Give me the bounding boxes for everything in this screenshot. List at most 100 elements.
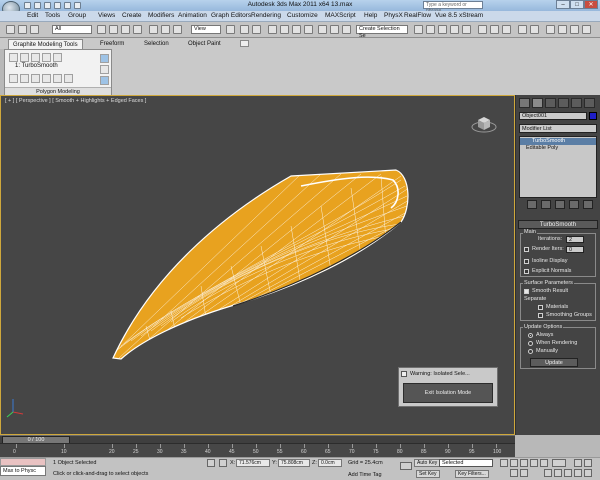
update-button[interactable]: Update: [530, 358, 578, 367]
window-crossing-icon[interactable]: [133, 25, 142, 34]
set-key-icon[interactable]: [400, 462, 412, 470]
angle-snap-icon[interactable]: [280, 25, 289, 34]
curve-editor-icon[interactable]: [438, 25, 447, 34]
rotate-icon[interactable]: [161, 25, 170, 34]
undo-icon[interactable]: [54, 2, 61, 9]
menu-views[interactable]: Views: [98, 12, 115, 19]
hierarchy-tab-icon[interactable]: [545, 98, 556, 108]
key-filters-button[interactable]: Key Filters...: [455, 470, 489, 478]
menu-edit[interactable]: Edit: [27, 12, 38, 19]
rendered-frame-icon[interactable]: [490, 25, 499, 34]
materials-checkbox[interactable]: [538, 305, 543, 310]
bind-space-warp-icon[interactable]: [30, 25, 39, 34]
current-frame-field[interactable]: [552, 459, 566, 467]
render-iters-checkbox[interactable]: [524, 247, 529, 252]
polygon-icon[interactable]: [42, 53, 51, 62]
key-selection-dropdown[interactable]: Selected: [439, 459, 493, 467]
previous-frame-icon[interactable]: [510, 459, 518, 467]
expand-toolbar-icon[interactable]: [582, 25, 591, 34]
stack-item-turbosmooth[interactable]: TurboSmooth: [520, 138, 596, 145]
maxscript-listener[interactable]: Max to Physc: [0, 466, 46, 476]
goto-start-icon[interactable]: [500, 459, 508, 467]
render-setup-icon[interactable]: [478, 25, 487, 34]
menu-help[interactable]: Help: [364, 12, 377, 19]
goto-end-icon[interactable]: [540, 459, 548, 467]
open-file-icon[interactable]: [34, 2, 41, 9]
render-production-icon[interactable]: [502, 25, 511, 34]
maximize-viewport-icon[interactable]: [584, 459, 592, 467]
tab-selection[interactable]: Selection: [140, 39, 173, 49]
track-bar[interactable]: 0 10 20 25 30 35 40 45 50 55 60 65 70 75 80 85 90 95 100: [0, 443, 515, 457]
toggle-edit-icon[interactable]: [100, 54, 109, 63]
menu-realflow[interactable]: RealFlow: [404, 12, 431, 19]
collapse-icon[interactable]: [100, 76, 109, 85]
close-button[interactable]: ✕: [584, 0, 598, 9]
y-coord-field[interactable]: 75.808cm: [278, 459, 310, 467]
project-folder-icon[interactable]: [74, 2, 81, 9]
auto-key-button[interactable]: Auto Key: [414, 459, 441, 467]
create-tab-icon[interactable]: [519, 98, 530, 108]
iterations-spinner[interactable]: 2: [566, 236, 584, 243]
edit-named-selection-icon[interactable]: [318, 25, 327, 34]
menu-create[interactable]: Create: [122, 12, 142, 19]
maxscript-output[interactable]: [0, 458, 46, 466]
vertex-icon[interactable]: [9, 53, 18, 62]
utilities-tab-icon[interactable]: [584, 98, 595, 108]
next-frame-icon[interactable]: [530, 459, 538, 467]
tab-graphite-modeling-tools[interactable]: Graphite Modeling Tools: [8, 39, 83, 49]
menu-tools[interactable]: Tools: [45, 12, 60, 19]
move-icon[interactable]: [149, 25, 158, 34]
ribbon-minimize-icon[interactable]: [240, 40, 249, 47]
explicit-normals-checkbox[interactable]: [524, 269, 529, 274]
unlink-icon[interactable]: [18, 25, 27, 34]
loop-icon[interactable]: [31, 74, 40, 83]
spinner-snap-icon[interactable]: [304, 25, 313, 34]
zoom-icon[interactable]: [544, 469, 552, 477]
percent-snap-icon[interactable]: [292, 25, 301, 34]
smooth-result-checkbox[interactable]: [524, 289, 529, 294]
set-key-button[interactable]: Set Key: [416, 470, 440, 478]
field-of-view-icon[interactable]: [574, 469, 582, 477]
smoothing-groups-checkbox[interactable]: [538, 313, 543, 318]
add-time-tag[interactable]: Add Time Tag: [348, 472, 382, 478]
turbosmooth-rollout-header[interactable]: TurboSmooth: [518, 220, 598, 229]
edge-icon[interactable]: [20, 53, 29, 62]
menu-group[interactable]: Group: [68, 12, 86, 19]
time-slider[interactable]: 0 / 100: [0, 435, 515, 444]
exit-isolation-mode-button[interactable]: Exit Isolation Mode: [403, 383, 493, 403]
selection-filter-dropdown[interactable]: All: [52, 25, 92, 34]
display-tab-icon[interactable]: [571, 98, 582, 108]
link-icon[interactable]: [6, 25, 15, 34]
mirror-icon[interactable]: [330, 25, 339, 34]
polygon-modeling-panel-label[interactable]: Polygon Modeling: [5, 87, 111, 95]
remove-modifier-icon[interactable]: [569, 200, 579, 209]
select-object-icon[interactable]: [97, 25, 106, 34]
maximize-button[interactable]: □: [570, 0, 584, 9]
isoline-display-checkbox[interactable]: [524, 259, 529, 264]
vue-icon[interactable]: [546, 25, 555, 34]
object-name-field[interactable]: Object001: [519, 112, 587, 120]
always-radio[interactable]: [528, 333, 533, 338]
motion-tab-icon[interactable]: [558, 98, 569, 108]
pan-icon[interactable]: [584, 469, 592, 477]
manually-radio[interactable]: [528, 349, 533, 354]
save-file-icon[interactable]: [44, 2, 51, 9]
redo-icon[interactable]: [64, 2, 71, 9]
show-end-result-icon[interactable]: [53, 74, 62, 83]
select-by-name-icon[interactable]: [109, 25, 118, 34]
menu-animation[interactable]: Animation: [178, 12, 207, 19]
tab-object-paint[interactable]: Object Paint: [184, 39, 225, 49]
selection-region-icon[interactable]: [121, 25, 130, 34]
realflow-icon[interactable]: [530, 25, 539, 34]
arrow-icon[interactable]: [100, 65, 109, 74]
vray-icon[interactable]: [518, 25, 527, 34]
vue-render-icon[interactable]: [558, 25, 567, 34]
menu-customize[interactable]: Customize: [287, 12, 318, 19]
menu-rendering[interactable]: Rendering: [251, 12, 281, 19]
border-icon[interactable]: [31, 53, 40, 62]
menu-physx[interactable]: PhysX: [384, 12, 403, 19]
x-coord-field[interactable]: 71.576cm: [236, 459, 270, 467]
orbit-icon[interactable]: [574, 459, 582, 467]
time-config-icon[interactable]: [520, 469, 528, 477]
zoom-all-icon[interactable]: [554, 469, 562, 477]
